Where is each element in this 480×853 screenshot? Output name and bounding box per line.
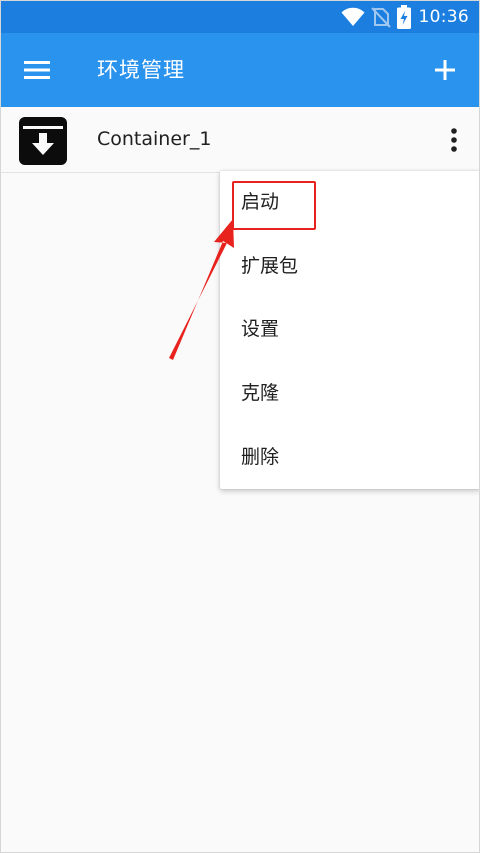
container-name: Container_1 <box>97 128 212 150</box>
status-icons: 10:36 <box>335 1 470 33</box>
container-list-item[interactable]: Container_1 <box>1 107 479 173</box>
page-title: 环境管理 <box>97 58 185 82</box>
menu-item-start[interactable]: 启动 <box>220 171 479 234</box>
menu-item-label: 启动 <box>241 191 280 213</box>
menu-item-settings[interactable]: 设置 <box>220 298 479 361</box>
screen: 10:36 环境管理 Container_1 启动 扩展包 设置 克隆 删除 <box>0 0 480 853</box>
menu-item-delete[interactable]: 删除 <box>220 426 479 489</box>
menu-button[interactable] <box>17 50 57 90</box>
menu-item-label: 删除 <box>241 446 280 468</box>
status-bar: 10:36 <box>1 1 479 33</box>
add-container-button[interactable] <box>425 50 465 90</box>
archive-download-icon <box>19 117 67 165</box>
container-more-button[interactable] <box>441 119 467 161</box>
menu-item-label: 设置 <box>241 318 280 340</box>
battery-charging-icon <box>396 5 411 29</box>
menu-item-extensions[interactable]: 扩展包 <box>220 235 479 298</box>
menu-item-label: 扩展包 <box>241 255 299 277</box>
more-vertical-icon <box>451 128 457 152</box>
container-context-menu: 启动 扩展包 设置 克隆 删除 <box>220 171 479 489</box>
add-icon <box>435 60 455 80</box>
status-time: 10:36 <box>418 7 469 27</box>
no-sim-icon <box>370 7 391 28</box>
menu-item-label: 克隆 <box>241 382 280 404</box>
app-bar: 环境管理 <box>1 33 479 107</box>
wifi-icon <box>341 7 364 26</box>
menu-item-clone[interactable]: 克隆 <box>220 362 479 425</box>
hamburger-menu-icon <box>24 61 50 79</box>
